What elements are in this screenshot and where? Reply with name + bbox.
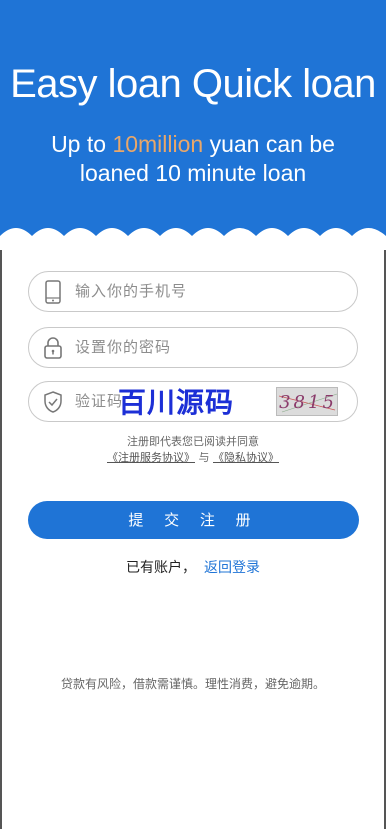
scallop-edge	[0, 228, 386, 250]
hero-subtitle-line2: loaned 10 minute loan	[79, 160, 307, 186]
password-placeholder: 设置你的密码	[75, 338, 172, 356]
shield-check-icon	[44, 391, 62, 413]
service-agreement-link[interactable]: 《注册服务协议》	[107, 451, 195, 464]
hero-subtitle-post: yuan can be	[203, 131, 335, 157]
hero-headline: Easy loan Quick loan	[10, 62, 376, 106]
captcha-image[interactable]: 3815	[276, 387, 338, 416]
agreement-line1: 注册即代表您已阅读并同意	[127, 435, 259, 448]
phone-placeholder: 输入你的手机号	[75, 282, 188, 300]
submit-register-button[interactable]: 提 交 注 册	[28, 501, 359, 539]
privacy-agreement-link[interactable]: 《隐私协议》	[213, 451, 279, 464]
login-prompt: 已有账户，	[126, 560, 196, 576]
login-line: 已有账户， 返回登录	[0, 557, 386, 577]
lock-icon	[44, 337, 62, 359]
hero-subtitle: Up to 10million yuan can be loaned 10 mi…	[0, 130, 386, 188]
back-to-login-link[interactable]: 返回登录	[204, 560, 260, 576]
hero-subtitle-highlight: 10million	[112, 131, 204, 157]
watermark: 百川源码	[118, 386, 235, 419]
password-field[interactable]: 设置你的密码	[28, 327, 358, 368]
code-placeholder: 验证码	[75, 392, 124, 410]
hero-subtitle-pre: Up to	[51, 131, 113, 157]
hero-banner: Easy loan Quick loan Up to 10million yua…	[0, 0, 386, 250]
phone-icon	[45, 280, 61, 304]
agreement-and: 与	[198, 451, 210, 464]
risk-notice: 贷款有风险，借款需谨慎。理性消费，避免逾期。	[60, 677, 325, 691]
agreement-text: 注册即代表您已阅读并同意 《注册服务协议》 与 《隐私协议》	[0, 434, 386, 466]
captcha-code: 3815	[279, 392, 337, 413]
phone-field[interactable]: 输入你的手机号	[28, 271, 358, 312]
